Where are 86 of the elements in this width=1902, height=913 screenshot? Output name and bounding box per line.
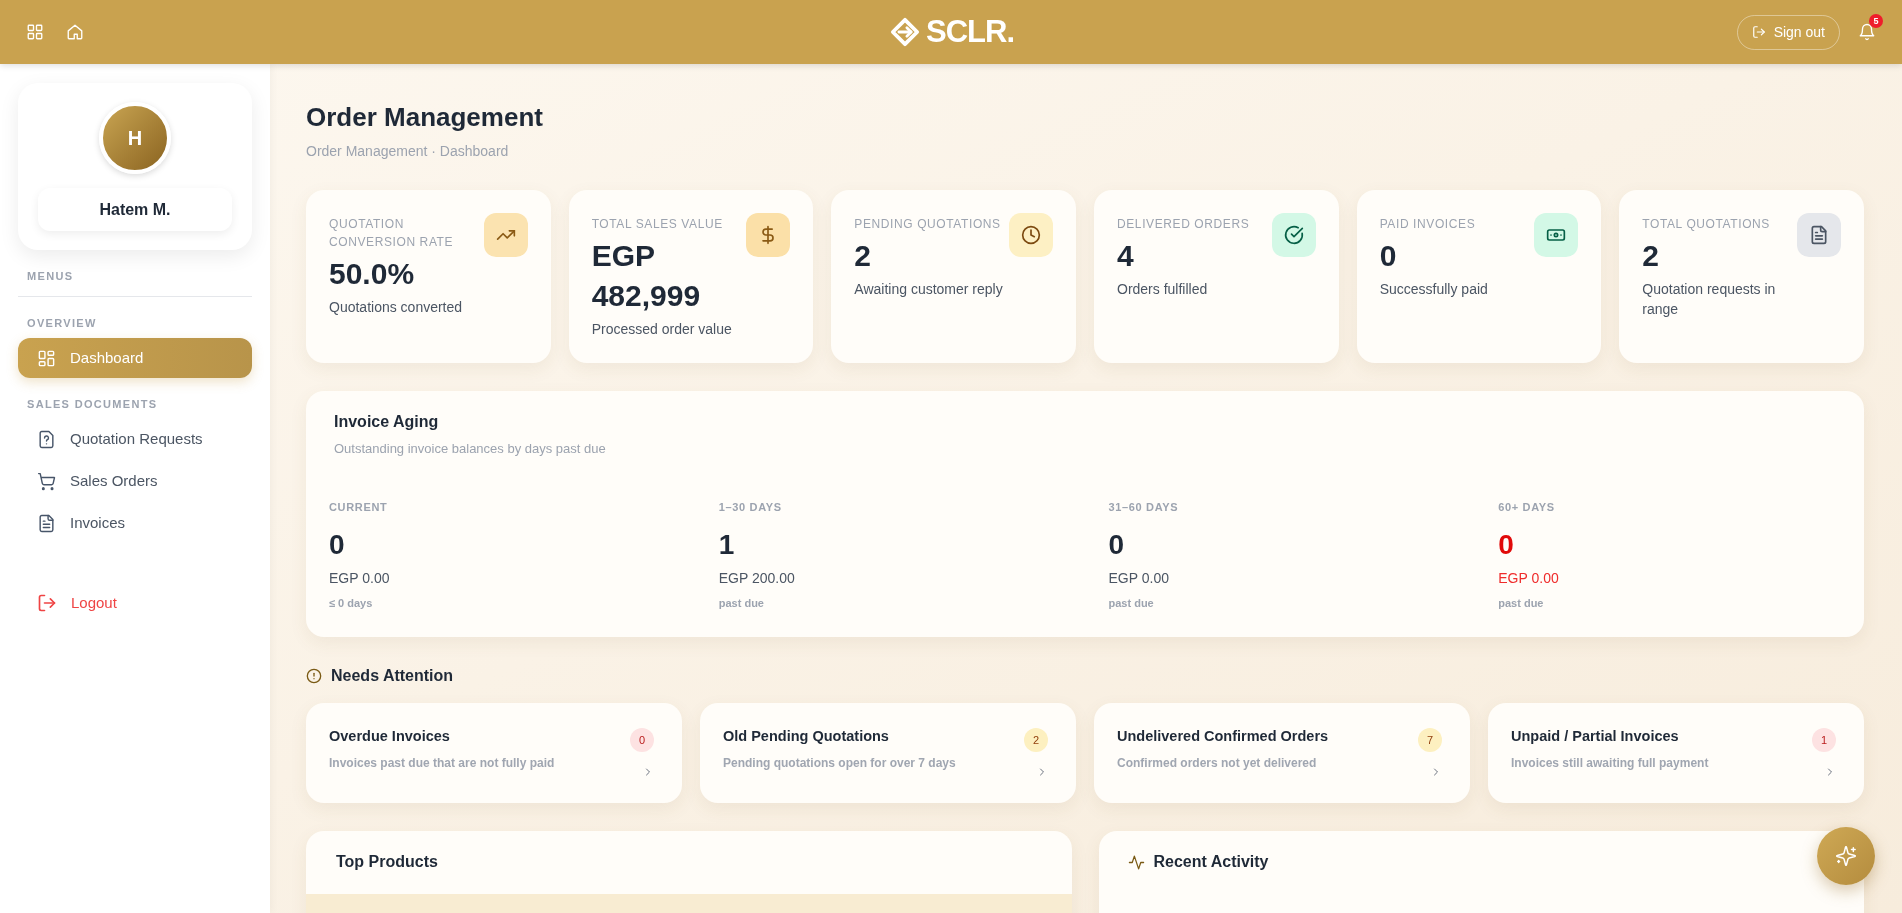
- cart-icon: [37, 471, 56, 491]
- bell-icon[interactable]: [1858, 23, 1876, 41]
- nav-item[interactable]: Sales Orders: [18, 461, 252, 501]
- home-icon[interactable]: [66, 23, 84, 41]
- card-description: Pending quotations open for over 7 days: [723, 755, 957, 771]
- card-description: Invoices past due that are not fully paid: [329, 755, 556, 771]
- bucket-note: past due: [1498, 596, 1545, 611]
- bucket-label: CURRENT: [329, 500, 389, 515]
- bucket-count: 1: [718, 528, 736, 562]
- kpi-label: TOTAL SALES VALUE: [591, 216, 724, 233]
- kpi-value: 4: [1117, 238, 1135, 274]
- kpi-value: 50.0%: [329, 256, 416, 292]
- grid-icon[interactable]: [26, 23, 44, 41]
- bucket-label: 1–30 DAYS: [718, 500, 783, 515]
- count-badge: 7: [1418, 728, 1442, 752]
- attention-card[interactable]: Unpaid / Partial Invoices Invoices still awaiting full payment 1: [1488, 703, 1864, 803]
- card-title: Unpaid / Partial Invoices: [1511, 727, 1680, 746]
- trending-up-icon: [483, 213, 528, 257]
- kpi-caption: Awaiting customer reply: [854, 280, 1004, 299]
- bucket-amount: EGP 0.00: [1108, 569, 1170, 588]
- bucket-count: 0: [329, 528, 346, 562]
- kpi-caption: Processed order value: [591, 320, 733, 339]
- logout-link[interactable]: Logout: [18, 583, 117, 623]
- card-title: Undelivered Confirmed Orders: [1117, 727, 1330, 746]
- card-title: Top Products: [335, 852, 439, 872]
- bucket-note: past due: [1108, 596, 1155, 611]
- kpi-value: EGP 482,999: [591, 238, 702, 314]
- bucket-note: ≤ 0 days: [329, 596, 374, 611]
- dollar-icon: [746, 213, 791, 257]
- exit-icon: [1751, 25, 1766, 39]
- count-badge: 2: [1024, 728, 1048, 752]
- kpi-label: QUOTATION CONVERSION RATE: [329, 216, 455, 251]
- section-label: MENUS: [27, 269, 75, 284]
- nav-item[interactable]: Quotation Requests: [18, 419, 252, 459]
- card-title: Old Pending Quotations: [723, 727, 890, 746]
- kpi-label: PENDING QUOTATIONS: [854, 216, 1002, 233]
- diamond-logo-icon: [890, 17, 920, 47]
- kpi-value: 2: [854, 238, 872, 274]
- sparkles-icon: [1835, 845, 1857, 867]
- section-title: Needs Attention: [331, 666, 454, 686]
- card-title: Recent Activity: [1153, 852, 1269, 872]
- kpi-caption: Orders fulfilled: [1117, 280, 1209, 299]
- kpi-caption: Quotation requests in range: [1642, 280, 1777, 319]
- document-icon: [1797, 213, 1841, 257]
- kpi-value: 2: [1642, 238, 1660, 274]
- kpi-label: PAID INVOICES: [1379, 216, 1477, 233]
- brand-name: SCLR.: [926, 15, 1014, 49]
- card-title: Invoice Aging: [334, 412, 440, 432]
- bucket-note: past due: [718, 596, 765, 611]
- bucket-count: 0: [1498, 528, 1515, 562]
- exit-icon: [37, 593, 57, 613]
- attention-card[interactable]: Old Pending Quotations Pending quotations open for over 7 days 2: [700, 703, 1076, 803]
- card-title: Overdue Invoices: [329, 727, 451, 746]
- kpi-caption: Quotations converted: [329, 298, 464, 317]
- dashboard-icon: [37, 348, 56, 368]
- question-document-icon: [37, 429, 56, 449]
- count-badge: 1: [1812, 728, 1836, 752]
- bucket-label: 31–60 DAYS: [1108, 500, 1180, 515]
- pulse-icon: [1127, 854, 1145, 871]
- bucket-amount: EGP 200.00: [718, 569, 796, 588]
- breadcrumb: Order Management · Dashboard: [306, 142, 510, 161]
- notification-badge: 5: [1869, 14, 1883, 28]
- user-name: Hatem M.: [38, 188, 232, 231]
- bucket-label: 60+ DAYS: [1498, 500, 1556, 515]
- section-label: SALES DOCUMENTS: [27, 397, 159, 412]
- card-description: Confirmed orders not yet delivered: [1117, 755, 1318, 771]
- kpi-label: TOTAL QUOTATIONS: [1642, 216, 1771, 233]
- count-badge: 0: [630, 728, 654, 752]
- bucket-amount: EGP 0.00: [329, 569, 391, 588]
- card-subtitle: Outstanding invoice balances by days past due: [334, 440, 607, 458]
- attention-card[interactable]: Overdue Invoices Invoices past due that are not fully paid 0: [306, 703, 682, 803]
- banknote-icon: [1534, 213, 1579, 257]
- bucket-amount: EGP 0.00: [1498, 569, 1560, 588]
- bucket-count: 0: [1108, 528, 1126, 562]
- kpi-value: 0: [1379, 238, 1398, 274]
- page-title: Order Management: [306, 101, 544, 133]
- alert-icon: [306, 668, 322, 684]
- section-label: OVERVIEW: [27, 316, 98, 331]
- attention-card[interactable]: Undelivered Confirmed Orders Confirmed orders not yet delivered 7: [1094, 703, 1470, 803]
- kpi-caption: Successfully paid: [1379, 280, 1489, 299]
- nav-item[interactable]: Invoices: [18, 503, 252, 543]
- card-description: Invoices still awaiting full payment: [1511, 755, 1710, 771]
- kpi-label: DELIVERED ORDERS: [1117, 216, 1251, 233]
- document-icon: [37, 513, 56, 533]
- clock-icon: [1009, 213, 1053, 257]
- floating-action-button[interactable]: [1817, 827, 1875, 885]
